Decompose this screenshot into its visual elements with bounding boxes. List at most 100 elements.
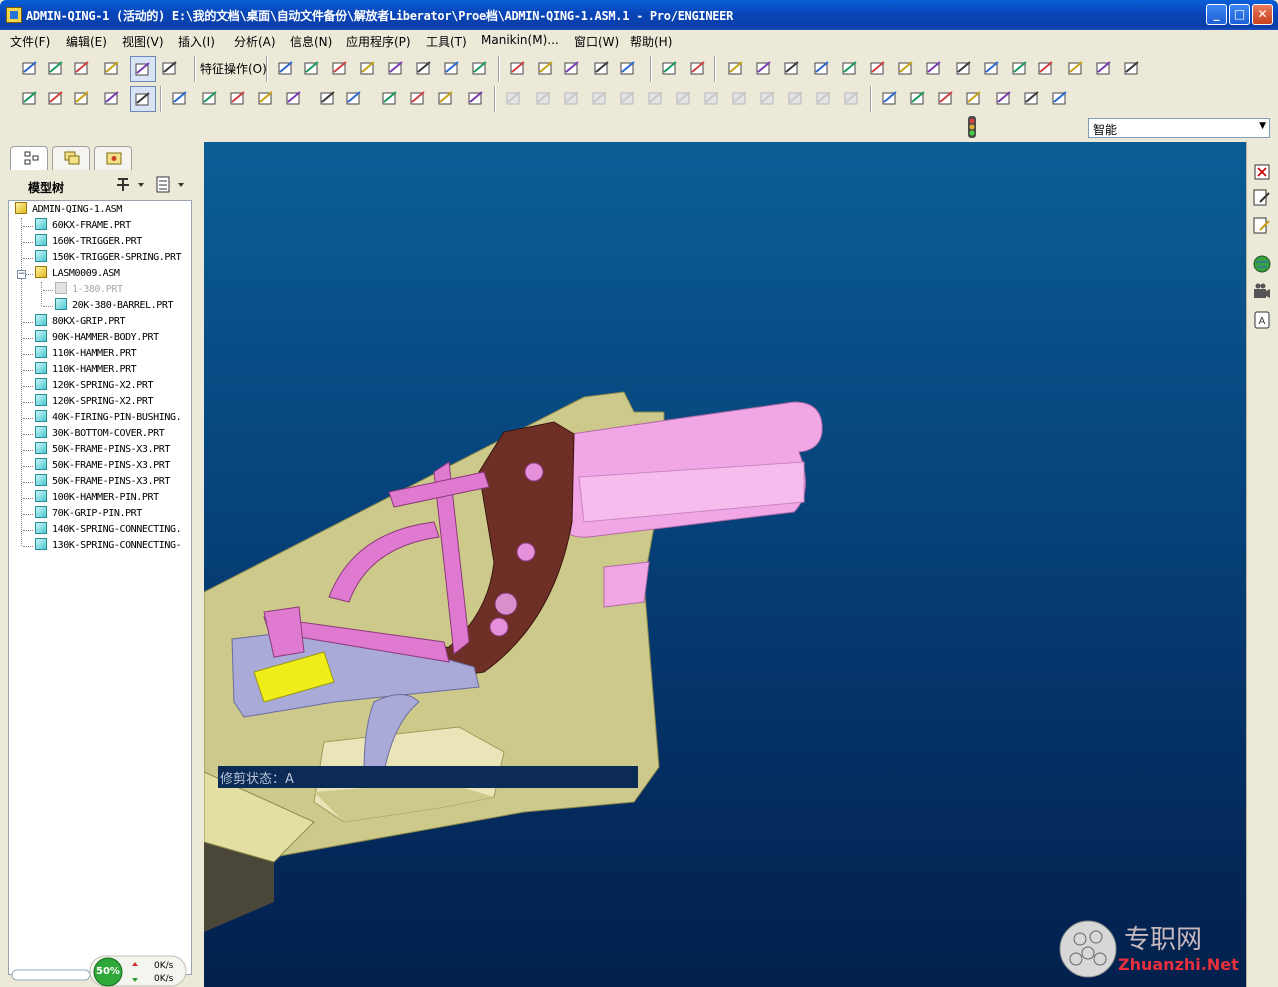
toolbar-button-1-12[interactable] [440, 56, 466, 82]
toolbar-button-1-9[interactable] [356, 56, 382, 82]
toolbar-button-1-13[interactable] [468, 56, 494, 82]
toolbar-button-2-19[interactable] [588, 86, 614, 112]
toolbar-button-2-34[interactable] [1020, 86, 1046, 112]
tree-node[interactable]: 60KX-FRAME.PRT [35, 218, 131, 234]
toolbar-button-2-23[interactable] [700, 86, 726, 112]
tree-node[interactable]: ADMIN-QING-1.ASM [15, 202, 122, 218]
toolbar-button-2-2[interactable] [70, 86, 96, 112]
toolbar-button-2-8[interactable] [254, 86, 280, 112]
toolbar-button-2-21[interactable] [644, 86, 670, 112]
toolbar-button-2-29[interactable] [878, 86, 904, 112]
toolbar-button-1-23[interactable] [780, 56, 806, 82]
toolbar-button-2-20[interactable] [616, 86, 642, 112]
toolbar-button-1-21[interactable] [724, 56, 750, 82]
toolbar-button-2-4[interactable] [130, 86, 156, 112]
toolbar-button-1-28[interactable] [922, 56, 948, 82]
tree-node[interactable]: 70K-GRIP-PIN.PRT [35, 506, 142, 522]
toolbar-button-1-0[interactable] [18, 56, 44, 82]
settings-icon[interactable] [114, 175, 148, 195]
tree-node[interactable]: 110K-HAMMER.PRT [35, 362, 137, 378]
tree-node[interactable]: 30K-BOTTOM-COVER.PRT [35, 426, 165, 442]
tab-folder-browser[interactable] [52, 146, 90, 170]
toolbar-button-1-20[interactable] [686, 56, 712, 82]
toolbar-button-1-5[interactable] [158, 56, 184, 82]
tab-model-tree[interactable] [10, 146, 48, 170]
tree-node[interactable]: 80KX-GRIP.PRT [35, 314, 125, 330]
toolbar-button-1-22[interactable] [752, 56, 778, 82]
toolbar-button-1-24[interactable] [810, 56, 836, 82]
toolbar-button-2-10[interactable] [316, 86, 342, 112]
toolbar-button-1-35[interactable] [1120, 56, 1146, 82]
toolbar-button-1-11[interactable] [412, 56, 438, 82]
toolbar-button-2-18[interactable] [560, 86, 586, 112]
graphics-window[interactable]: 修剪状态：A 专职网 Zhuanzhi.Net [204, 142, 1246, 987]
globe-button[interactable] [1252, 254, 1272, 274]
tree-node[interactable]: 130K-SPRING-CONNECTING- [35, 538, 182, 554]
tree-node[interactable]: 50K-FRAME-PINS-X3.PRT [35, 442, 170, 458]
menu-item-0[interactable]: 文件(F) [10, 33, 50, 50]
toolbar-button-1-30[interactable] [980, 56, 1006, 82]
assembly-model[interactable] [204, 142, 1246, 987]
menu-item-6[interactable]: 应用程序(P) [346, 33, 411, 50]
menu-item-1[interactable]: 编辑(E) [66, 33, 107, 50]
toolbar-button-2-15[interactable] [464, 86, 490, 112]
tree-node[interactable]: 50K-FRAME-PINS-X3.PRT [35, 474, 170, 490]
toolbar-button-2-31[interactable] [934, 86, 960, 112]
tree-node[interactable]: 40K-FIRING-PIN-BUSHING. [35, 410, 182, 426]
toolbar-button-1-4[interactable] [130, 56, 156, 82]
toolbar-button-2-22[interactable] [672, 86, 698, 112]
toolbar-button-2-30[interactable] [906, 86, 932, 112]
toolbar-button-1-18[interactable] [616, 56, 642, 82]
collapse-toggle[interactable]: − [17, 270, 26, 279]
toolbar-button-2-33[interactable] [992, 86, 1018, 112]
toolbar-button-2-1[interactable] [44, 86, 70, 112]
toolbar-button-2-32[interactable] [962, 86, 988, 112]
toolbar-button-2-26[interactable] [784, 86, 810, 112]
toolbar-button-1-15[interactable] [534, 56, 560, 82]
minimize-button[interactable]: _ [1206, 4, 1227, 25]
title-bar[interactable]: ADMIN-QING-1 (活动的) E:\我的文档\桌面\自动文件备份\解放者… [0, 0, 1278, 30]
toolbar-button-1-2[interactable] [70, 56, 96, 82]
tree-node[interactable]: 90K-HAMMER-BODY.PRT [35, 330, 159, 346]
toolbar-button-1-27[interactable] [894, 56, 920, 82]
tree-node[interactable]: 150K-TRIGGER-SPRING.PRT [35, 250, 182, 266]
toolbar-button-2-27[interactable] [812, 86, 838, 112]
toolbar-button-2-24[interactable] [728, 86, 754, 112]
toolbar-button-1-17[interactable] [590, 56, 616, 82]
maximize-button[interactable]: □ [1229, 4, 1250, 25]
toolbar-button-1-26[interactable] [866, 56, 892, 82]
tree-node[interactable]: 140K-SPRING-CONNECTING. [35, 522, 182, 538]
toolbar-button-1-8[interactable] [328, 56, 354, 82]
menu-item-8[interactable]: Manikin(M)... [481, 33, 559, 47]
toolbar-button-2-7[interactable] [226, 86, 252, 112]
camera-button[interactable] [1252, 282, 1272, 302]
toolbar-button-1-10[interactable] [384, 56, 410, 82]
selection-filter-select[interactable]: 智能 ▼ [1088, 118, 1270, 138]
tree-node[interactable]: 50K-FRAME-PINS-X3.PRT [35, 458, 170, 474]
tree-node[interactable]: 20K-380-BARREL.PRT [55, 298, 174, 314]
feature-operations-menu[interactable]: 特征操作(O) [200, 60, 267, 77]
tree-node[interactable]: 100K-HAMMER-PIN.PRT [35, 490, 159, 506]
tree-node[interactable]: LASM0009.ASM [35, 266, 120, 282]
toolbar-button-1-34[interactable] [1092, 56, 1118, 82]
toolbar-button-2-28[interactable] [840, 86, 866, 112]
toolbar-button-1-1[interactable] [44, 56, 70, 82]
toolbar-button-1-29[interactable] [952, 56, 978, 82]
toolbar-button-2-14[interactable] [434, 86, 460, 112]
tab-favorites[interactable] [94, 146, 132, 170]
toolbar-button-2-12[interactable] [378, 86, 404, 112]
toolbar-button-2-5[interactable] [168, 86, 194, 112]
tree-node[interactable]: 160K-TRIGGER.PRT [35, 234, 142, 250]
menu-item-4[interactable]: 分析(A) [234, 33, 276, 50]
menu-item-3[interactable]: 插入(I) [178, 33, 215, 50]
tree-node[interactable]: 120K-SPRING-X2.PRT [35, 378, 154, 394]
menu-item-2[interactable]: 视图(V) [122, 33, 164, 50]
toolbar-button-1-6[interactable] [274, 56, 300, 82]
close-window-button[interactable] [1252, 162, 1272, 182]
toolbar-button-2-13[interactable] [406, 86, 432, 112]
toolbar-button-1-19[interactable] [658, 56, 684, 82]
edit-button[interactable] [1252, 216, 1272, 236]
toolbar-button-1-3[interactable] [100, 56, 126, 82]
menu-item-7[interactable]: 工具(T) [426, 33, 467, 50]
annotation-button[interactable]: A [1252, 310, 1272, 330]
